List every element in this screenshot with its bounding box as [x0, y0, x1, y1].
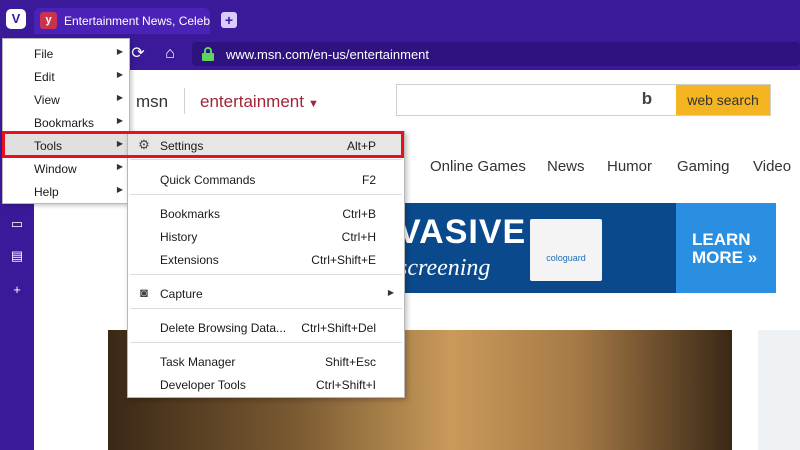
menu-item-file[interactable]: File ▶: [3, 42, 129, 65]
search-box[interactable]: b web search: [396, 84, 771, 116]
chevron-right-icon: ▶: [116, 162, 123, 171]
shortcut-label: Ctrl+H: [341, 230, 376, 244]
notes-panel-icon[interactable]: ▤: [9, 248, 25, 264]
bing-logo-icon: b: [641, 89, 653, 108]
home-icon[interactable]: ⌂: [160, 44, 180, 64]
menu-divider: [130, 194, 402, 195]
menu-item-history[interactable]: History Ctrl+H: [128, 225, 404, 248]
menu-item-help[interactable]: Help ▶: [3, 180, 129, 203]
menu-item-edit[interactable]: Edit ▶: [3, 65, 129, 88]
tab-title: Entertainment News, Celeb: [64, 14, 210, 28]
menu-divider: [130, 159, 402, 160]
tab-bar: V y Entertainment News, Celeb +: [0, 0, 800, 38]
menu-item-capture[interactable]: ◙ Capture ▶: [128, 282, 404, 305]
menu-item-label: View: [34, 93, 60, 107]
double-chevron-icon: »: [747, 248, 758, 267]
nav-news[interactable]: News: [547, 158, 585, 175]
chevron-right-icon: ▶: [116, 93, 123, 102]
new-tab-button[interactable]: +: [221, 12, 237, 28]
submenu-label: Capture: [160, 287, 203, 301]
menu-item-label: File: [34, 47, 54, 61]
msn-brand[interactable]: msn: [136, 92, 168, 112]
tools-submenu: ⚙ Settings Alt+P Quick Commands F2 Bookm…: [127, 131, 405, 398]
submenu-label: Task Manager: [160, 355, 236, 369]
learn-more-button[interactable]: LEARN MORE »: [676, 203, 776, 293]
submenu-label: Bookmarks: [160, 207, 221, 221]
web-search-button[interactable]: web search: [676, 85, 770, 115]
menu-item-task-manager[interactable]: Task Manager Shift+Esc: [128, 350, 404, 373]
menu-divider: [130, 342, 402, 343]
shortcut-label: Ctrl+Shift+E: [311, 253, 376, 267]
shortcut-label: Ctrl+B: [342, 207, 376, 221]
nav-video[interactable]: Video: [753, 158, 791, 175]
submenu-label: Extensions: [160, 253, 219, 267]
menu-item-window[interactable]: Window ▶: [3, 157, 129, 180]
chevron-right-icon: ▶: [116, 47, 123, 56]
menu-item-extensions[interactable]: Extensions Ctrl+Shift+E: [128, 248, 404, 271]
ad-subline: screening: [398, 255, 491, 281]
camera-icon: ◙: [140, 285, 148, 300]
msn-favicon-icon: y: [40, 12, 57, 29]
section-dropdown[interactable]: entertainment ▼: [200, 92, 319, 112]
side-card[interactable]: [758, 330, 800, 450]
menu-item-label: Edit: [34, 70, 55, 84]
menu-item-label: Window: [34, 162, 77, 176]
shortcut-label: Ctrl+Shift+Del: [301, 321, 376, 335]
ad-side-panel: [776, 203, 800, 293]
reload-icon[interactable]: ⟳: [128, 44, 148, 64]
shortcut-label: Shift+Esc: [324, 355, 376, 369]
chevron-right-icon: ▶: [116, 185, 123, 194]
nav-gaming[interactable]: Gaming: [677, 158, 730, 175]
submenu-label: Developer Tools: [160, 378, 246, 392]
menu-item-delete-browsing-data[interactable]: Delete Browsing Data... Ctrl+Shift+Del: [128, 316, 404, 339]
nav-humor[interactable]: Humor: [607, 158, 652, 175]
add-panel-icon[interactable]: +: [9, 282, 25, 298]
ad-headline: VASIVE: [398, 213, 527, 251]
ad-cta-line2: MORE: [692, 248, 743, 267]
menu-item-label: Bookmarks: [34, 116, 95, 130]
url-field[interactable]: www.msn.com/en-us/entertainment: [192, 42, 800, 66]
ad-cta-line1: LEARN: [692, 230, 751, 249]
menu-item-label: Help: [34, 185, 59, 199]
shortcut-label: Ctrl+Shift+I: [315, 378, 376, 392]
ad-product-box: cologuard: [530, 219, 602, 281]
url-text[interactable]: www.msn.com/en-us/entertainment: [226, 47, 429, 62]
menu-item-quick-commands[interactable]: Quick Commands F2: [128, 168, 404, 191]
chevron-right-icon: ▶: [387, 288, 394, 297]
chevron-right-icon: ▶: [116, 116, 123, 125]
submenu-label: History: [160, 230, 198, 244]
menu-item-developer-tools[interactable]: Developer Tools Ctrl+Shift+I: [128, 373, 404, 396]
section-label: entertainment: [200, 92, 304, 111]
submenu-label: Delete Browsing Data...: [160, 321, 287, 335]
active-tab[interactable]: y Entertainment News, Celeb: [34, 8, 210, 34]
vivaldi-menu-button[interactable]: V: [6, 9, 26, 29]
vivaldi-main-menu: File ▶ Edit ▶ View ▶ Bookmarks ▶ Tools ▶ Wind…: [2, 38, 130, 204]
menu-item-view[interactable]: View ▶: [3, 88, 129, 111]
menu-divider: [130, 308, 402, 309]
lock-icon[interactable]: [202, 47, 214, 61]
nav-online-games[interactable]: Online Games: [430, 158, 526, 175]
menu-divider: [130, 274, 402, 275]
chevron-down-icon: ▼: [307, 98, 319, 110]
menu-item-bookmarks-panel[interactable]: Bookmarks Ctrl+B: [128, 202, 404, 225]
ad-banner[interactable]: VASIVE screening cologuard LEARN MORE »: [394, 203, 800, 293]
shortcut-label: F2: [361, 173, 376, 187]
window-panel-icon[interactable]: ▭: [9, 216, 25, 232]
chevron-right-icon: ▶: [116, 70, 123, 79]
highlight-box: [2, 131, 404, 158]
header-divider: [184, 88, 185, 114]
submenu-label: Quick Commands: [160, 173, 256, 187]
